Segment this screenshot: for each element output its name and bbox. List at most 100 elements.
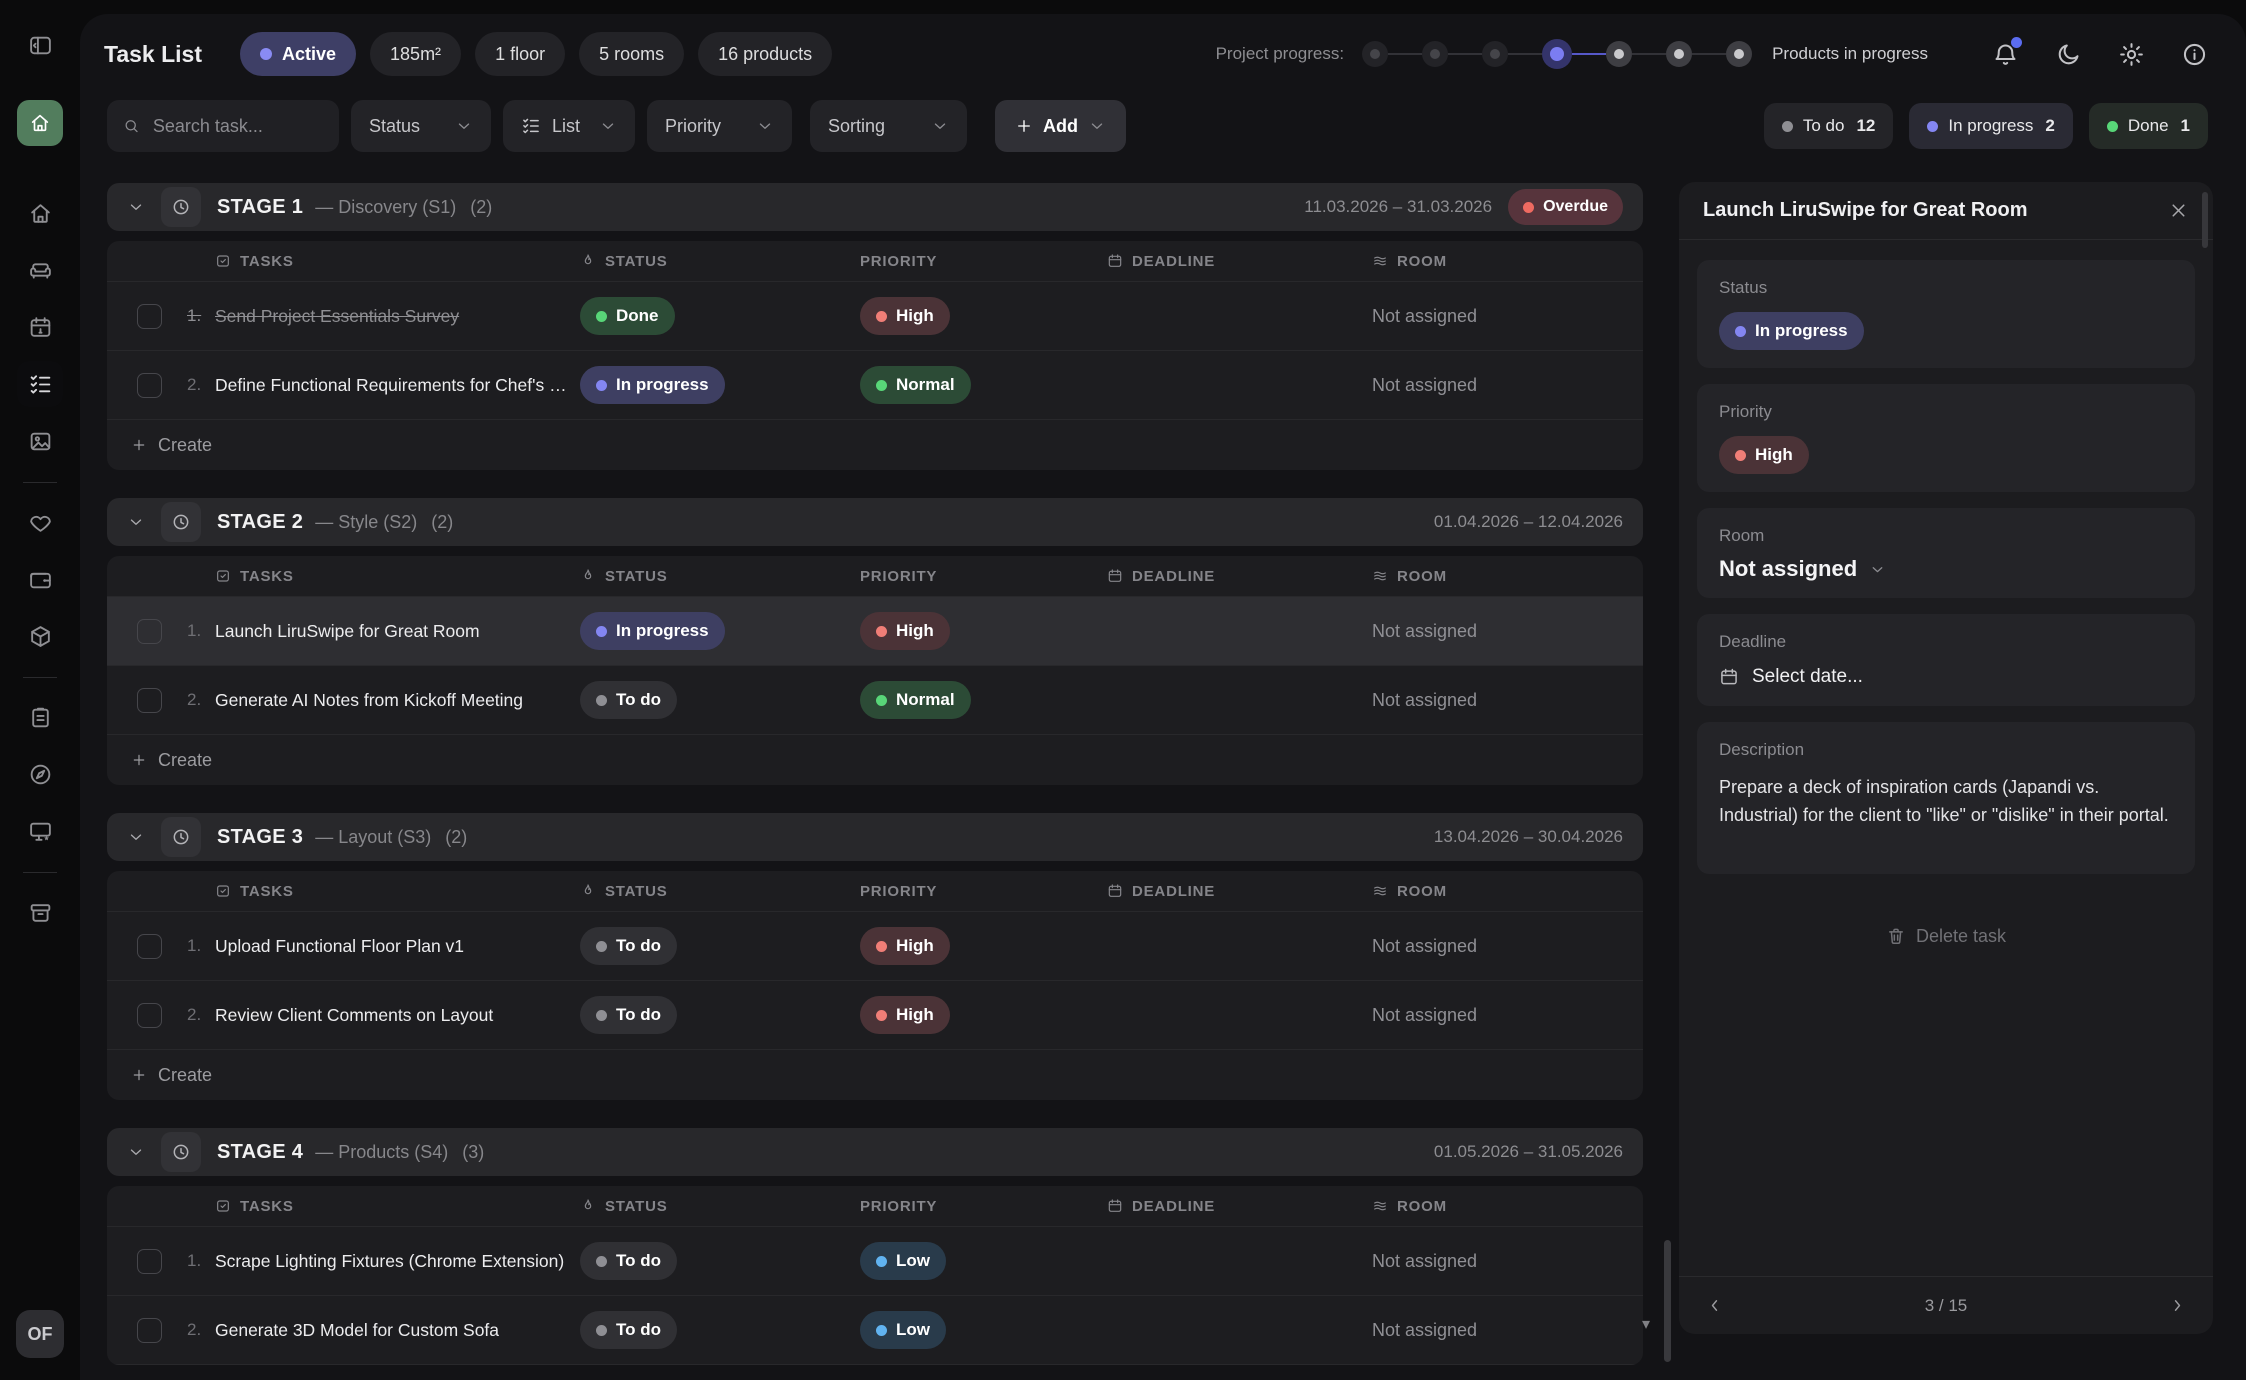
dark-mode-button[interactable] bbox=[2055, 41, 2082, 68]
project-status-pill[interactable]: Active bbox=[240, 32, 356, 76]
sidebar-collapse-button[interactable] bbox=[17, 22, 63, 68]
in-progress-count-badge[interactable]: In progress2 bbox=[1909, 103, 2073, 149]
task-checkbox[interactable] bbox=[137, 1003, 162, 1028]
close-icon[interactable] bbox=[2168, 200, 2189, 221]
sidebar-item-notes[interactable] bbox=[17, 694, 63, 740]
delete-task-button[interactable]: Delete task bbox=[1697, 926, 2195, 947]
meta-pill-rooms: 5 rooms bbox=[579, 32, 684, 76]
sidebar-item-home[interactable] bbox=[17, 190, 63, 236]
user-avatar[interactable]: OF bbox=[16, 1310, 64, 1358]
priority-pill[interactable]: High bbox=[1719, 436, 1809, 474]
task-row[interactable]: 1. Scrape Lighting Fixtures (Chrome Exte… bbox=[107, 1227, 1643, 1296]
task-row[interactable]: 2. Generate 3D Model for Custom Sofa To … bbox=[107, 1296, 1643, 1365]
calendar-icon bbox=[28, 315, 53, 340]
sidebar-item-gallery[interactable] bbox=[17, 418, 63, 464]
search-box[interactable] bbox=[107, 100, 339, 152]
column-tasks: TASKS bbox=[215, 1198, 580, 1215]
panel-collapse-icon bbox=[28, 33, 53, 58]
todo-count-badge[interactable]: To do12 bbox=[1764, 103, 1894, 149]
calendar-icon bbox=[1107, 568, 1123, 584]
stage-header[interactable]: STAGE 2 — Style (S2) (2) 01.04.2026 – 12… bbox=[107, 498, 1643, 546]
sidebar-item-favorites[interactable] bbox=[17, 499, 63, 545]
deadline-date-picker[interactable]: Select date... bbox=[1719, 666, 2173, 688]
task-checkbox[interactable] bbox=[137, 619, 162, 644]
sofa-icon bbox=[28, 258, 53, 283]
sidebar-item-explore[interactable] bbox=[17, 751, 63, 797]
task-row[interactable]: 2. Review Client Comments on Layout To d… bbox=[107, 981, 1643, 1050]
sidebar-item-calendar[interactable] bbox=[17, 304, 63, 350]
sidebar-item-products[interactable] bbox=[17, 613, 63, 659]
progress-connector bbox=[1632, 53, 1666, 55]
notifications-button[interactable] bbox=[1992, 41, 2019, 68]
progress-step[interactable] bbox=[1362, 41, 1388, 67]
stage-name: STAGE 3 bbox=[217, 826, 303, 849]
task-checkbox[interactable] bbox=[137, 934, 162, 959]
task-checkbox[interactable] bbox=[137, 1318, 162, 1343]
column-room: ROOM bbox=[1372, 568, 1643, 585]
priority-filter-dropdown[interactable]: Priority bbox=[647, 100, 792, 152]
view-dropdown[interactable]: List bbox=[503, 100, 635, 152]
info-button[interactable] bbox=[2181, 41, 2208, 68]
stage-dates: 13.04.2026 – 30.04.2026 bbox=[1434, 827, 1623, 847]
panel-scrollbar-thumb[interactable] bbox=[2202, 192, 2208, 248]
progress-step[interactable] bbox=[1542, 39, 1572, 69]
clipboard-icon bbox=[28, 705, 53, 730]
progress-step[interactable] bbox=[1666, 41, 1692, 67]
stage-section-1: STAGE 1 — Discovery (S1) (2) 11.03.2026 … bbox=[107, 183, 1643, 470]
status-filter-dropdown[interactable]: Status bbox=[351, 100, 491, 152]
overdue-badge: Overdue bbox=[1508, 189, 1623, 225]
task-row[interactable]: 1. Send Project Essentials Survey Done H… bbox=[107, 282, 1643, 351]
sidebar-item-wallet[interactable] bbox=[17, 556, 63, 602]
add-button[interactable]: Add bbox=[995, 100, 1126, 152]
task-room: Not assigned bbox=[1372, 375, 1643, 396]
stage-subtitle: — Style (S2) bbox=[315, 512, 417, 533]
scroll-down-arrow[interactable]: ▾ bbox=[1642, 1314, 1650, 1334]
create-task-button[interactable]: Create bbox=[107, 420, 1643, 470]
sidebar-item-devices[interactable] bbox=[17, 808, 63, 854]
column-deadline: DEADLINE bbox=[1107, 883, 1372, 900]
stage-table: TASKS STATUS PRIORITY DEADLINE ROOM 1. U… bbox=[107, 871, 1643, 1100]
plus-icon bbox=[131, 437, 147, 453]
column-tasks: TASKS bbox=[215, 568, 580, 585]
task-title: Generate AI Notes from Kickoff Meeting bbox=[215, 690, 580, 711]
task-row-selected[interactable]: 1. Launch LiruSwipe for Great Room In pr… bbox=[107, 597, 1643, 666]
stage-header[interactable]: STAGE 3 — Layout (S3) (2) 13.04.2026 – 3… bbox=[107, 813, 1643, 861]
sidebar-item-archive[interactable] bbox=[17, 889, 63, 935]
calendar-icon bbox=[1107, 253, 1123, 269]
task-checkbox[interactable] bbox=[137, 688, 162, 713]
settings-button[interactable] bbox=[2118, 41, 2145, 68]
create-task-button[interactable]: Create bbox=[107, 735, 1643, 785]
sorting-dropdown[interactable]: Sorting bbox=[810, 100, 967, 152]
stage-header[interactable]: STAGE 4 — Products (S4) (3) 01.05.2026 –… bbox=[107, 1128, 1643, 1176]
sidebar-item-project-home[interactable] bbox=[17, 100, 63, 146]
task-checkbox[interactable] bbox=[137, 373, 162, 398]
search-input[interactable] bbox=[151, 115, 323, 138]
sidebar-item-furniture[interactable] bbox=[17, 247, 63, 293]
sidebar-item-task-list[interactable] bbox=[17, 361, 63, 407]
moon-icon bbox=[2055, 41, 2082, 68]
create-task-button[interactable]: Create bbox=[107, 1050, 1643, 1100]
filter-bar: Status List Priority Sorting Add To do12… bbox=[80, 100, 2246, 152]
progress-step[interactable] bbox=[1726, 41, 1752, 67]
done-count-badge[interactable]: Done1 bbox=[2089, 103, 2208, 149]
task-checkbox[interactable] bbox=[137, 304, 162, 329]
clock-icon bbox=[161, 502, 201, 542]
progress-step[interactable] bbox=[1606, 41, 1632, 67]
chevron-down-icon bbox=[756, 117, 774, 135]
task-checkbox[interactable] bbox=[137, 1249, 162, 1274]
progress-step[interactable] bbox=[1482, 41, 1508, 67]
stage-header[interactable]: STAGE 1 — Discovery (S1) (2) 11.03.2026 … bbox=[107, 183, 1643, 231]
chevron-right-icon[interactable] bbox=[2168, 1296, 2187, 1315]
task-row[interactable]: 2. Define Functional Requirements for Ch… bbox=[107, 351, 1643, 420]
column-priority: PRIORITY bbox=[860, 1198, 1107, 1215]
heart-icon bbox=[28, 510, 53, 535]
task-row[interactable]: 2. Generate AI Notes from Kickoff Meetin… bbox=[107, 666, 1643, 735]
chevron-left-icon[interactable] bbox=[1705, 1296, 1724, 1315]
status-pill[interactable]: In progress bbox=[1719, 312, 1864, 350]
flame-icon bbox=[580, 883, 596, 899]
room-dropdown[interactable]: Not assigned bbox=[1719, 556, 2173, 582]
main-scrollbar-thumb[interactable] bbox=[1664, 1240, 1671, 1362]
home-icon bbox=[28, 201, 53, 226]
progress-step[interactable] bbox=[1422, 41, 1448, 67]
task-row[interactable]: 1. Upload Functional Floor Plan v1 To do… bbox=[107, 912, 1643, 981]
